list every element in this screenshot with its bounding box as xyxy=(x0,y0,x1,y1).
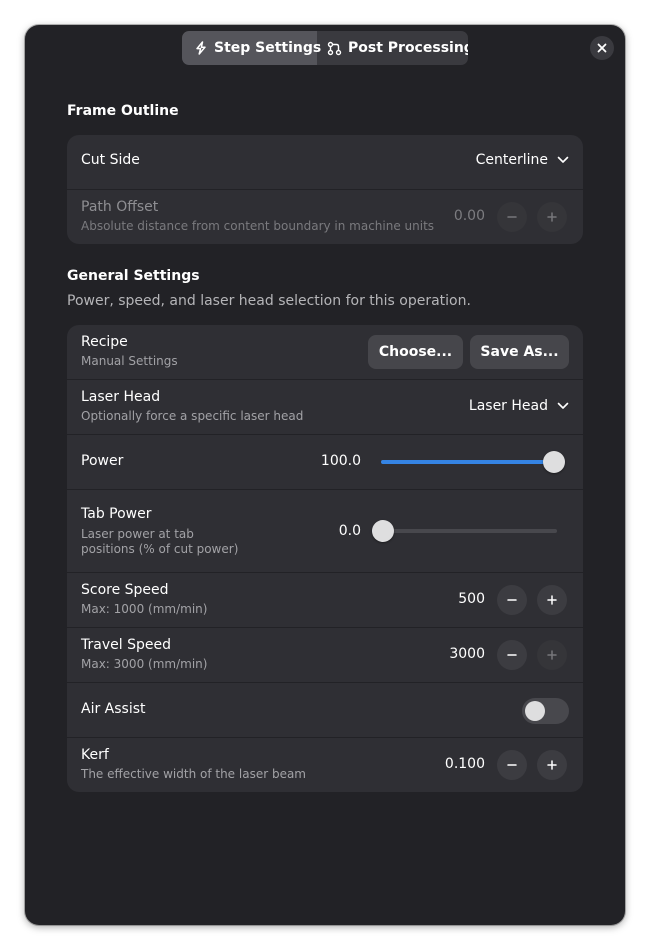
power-row: Power 100.0 xyxy=(67,435,583,490)
path-offset-label: Path Offset xyxy=(81,199,159,215)
tab-post-processing-label: Post Processing xyxy=(348,40,468,56)
path-offset-decrement-button[interactable] xyxy=(497,202,527,232)
plus-icon xyxy=(547,650,557,660)
path-offset-value[interactable]: 0.00 xyxy=(454,208,485,224)
tab-power-row: Tab Power Laser power at tab positions (… xyxy=(67,490,583,573)
view-switcher: Step Settings Post Processing xyxy=(182,31,468,65)
tab-power-slider-track xyxy=(372,529,557,533)
score-speed-label: Score Speed xyxy=(81,582,169,598)
air-assist-row[interactable]: Air Assist xyxy=(67,683,583,738)
kerf-label: Kerf xyxy=(81,747,109,763)
air-assist-toggle-knob xyxy=(525,701,545,721)
save-as-recipe-button[interactable]: Save As... xyxy=(470,335,569,369)
path-offset-subtitle: Absolute distance from content boundary … xyxy=(81,219,435,233)
general-settings-group: Recipe Manual Settings Choose... Save As… xyxy=(67,325,583,792)
travel-speed-value[interactable]: 3000 xyxy=(449,646,485,662)
minus-icon xyxy=(507,216,517,218)
tab-power-value: 0.0 xyxy=(338,523,361,539)
recipe-row: Recipe Manual Settings Choose... Save As… xyxy=(67,325,583,380)
plus-icon xyxy=(547,212,557,222)
travel-speed-increment-button[interactable] xyxy=(537,640,567,670)
tab-post-processing[interactable]: Post Processing xyxy=(317,31,468,65)
travel-speed-label: Travel Speed xyxy=(81,637,171,653)
laser-head-dropdown[interactable]: Laser Head xyxy=(469,398,569,414)
recipe-label: Recipe xyxy=(81,334,128,350)
minus-icon xyxy=(507,764,517,766)
close-icon xyxy=(597,43,607,53)
minus-icon xyxy=(507,599,517,601)
power-value: 100.0 xyxy=(320,453,361,469)
score-speed-subtitle: Max: 1000 (mm/min) xyxy=(81,602,208,616)
choose-recipe-button[interactable]: Choose... xyxy=(368,335,463,369)
tab-power-subtitle-line1: Laser power at tab xyxy=(81,527,194,541)
tab-power-subtitle-line2: positions (% of cut power) xyxy=(81,542,239,556)
kerf-decrement-button[interactable] xyxy=(497,750,527,780)
tab-power-label: Tab Power xyxy=(81,506,152,522)
tab-power-slider-handle[interactable] xyxy=(372,520,394,542)
plus-icon xyxy=(547,595,557,605)
nodes-icon xyxy=(327,41,342,55)
power-label: Power xyxy=(81,453,124,469)
score-speed-value[interactable]: 500 xyxy=(458,591,485,607)
chevron-down-icon xyxy=(557,156,569,163)
power-slider[interactable] xyxy=(381,451,565,473)
cut-side-dropdown[interactable]: Centerline xyxy=(476,152,569,168)
section-title-general-settings: General Settings xyxy=(67,268,200,284)
settings-dialog: Step Settings Post Processing Frame Outl… xyxy=(25,25,625,925)
power-slider-handle[interactable] xyxy=(543,451,565,473)
air-assist-toggle[interactable] xyxy=(522,698,569,724)
travel-speed-subtitle: Max: 3000 (mm/min) xyxy=(81,657,208,671)
path-offset-row: Path Offset Absolute distance from conte… xyxy=(67,190,583,244)
score-speed-row: Score Speed Max: 1000 (mm/min) 500 xyxy=(67,573,583,628)
laser-head-value: Laser Head xyxy=(468,398,548,414)
laser-head-label: Laser Head xyxy=(81,389,161,405)
cut-side-label: Cut Side xyxy=(81,152,140,168)
plus-icon xyxy=(547,760,557,770)
lightning-icon xyxy=(196,41,206,55)
air-assist-label: Air Assist xyxy=(81,701,146,717)
kerf-subtitle: The effective width of the laser beam xyxy=(81,767,306,781)
travel-speed-row: Travel Speed Max: 3000 (mm/min) 3000 xyxy=(67,628,583,683)
section-title-frame-outline: Frame Outline xyxy=(67,103,179,119)
laser-head-subtitle: Optionally force a specific laser head xyxy=(81,409,304,423)
general-settings-description: Power, speed, and laser head selection f… xyxy=(67,293,471,309)
score-speed-increment-button[interactable] xyxy=(537,585,567,615)
power-slider-fill xyxy=(381,460,554,464)
kerf-value[interactable]: 0.100 xyxy=(445,756,485,772)
close-button[interactable] xyxy=(590,36,614,60)
cut-side-value: Centerline xyxy=(475,152,548,168)
tab-step-settings[interactable]: Step Settings xyxy=(182,31,321,65)
path-offset-increment-button[interactable] xyxy=(537,202,567,232)
kerf-increment-button[interactable] xyxy=(537,750,567,780)
laser-head-row[interactable]: Laser Head Optionally force a specific l… xyxy=(67,380,583,435)
cut-side-row[interactable]: Cut Side Centerline xyxy=(67,135,583,190)
tab-power-slider[interactable] xyxy=(372,520,557,542)
kerf-row: Kerf The effective width of the laser be… xyxy=(67,738,583,792)
minus-icon xyxy=(507,654,517,656)
recipe-subtitle: Manual Settings xyxy=(81,354,178,368)
score-speed-decrement-button[interactable] xyxy=(497,585,527,615)
chevron-down-icon xyxy=(557,402,569,409)
frame-outline-group: Cut Side Centerline Path Offset Absolute… xyxy=(67,135,583,244)
travel-speed-decrement-button[interactable] xyxy=(497,640,527,670)
tab-step-settings-label: Step Settings xyxy=(214,40,322,56)
